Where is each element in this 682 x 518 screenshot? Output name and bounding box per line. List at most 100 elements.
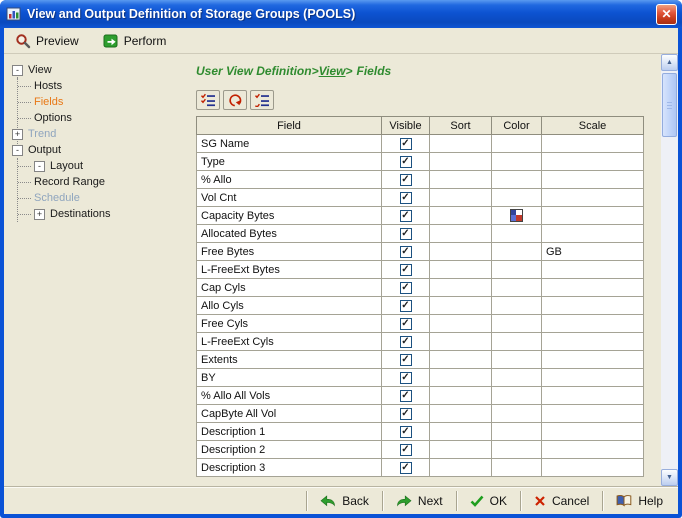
back-button[interactable]: Back — [307, 489, 382, 513]
checkbox-checked[interactable]: ✓ — [400, 228, 412, 240]
scale-cell[interactable] — [542, 405, 644, 423]
ok-button[interactable]: OK — [457, 489, 520, 513]
sort-cell[interactable] — [430, 279, 492, 297]
scale-cell[interactable] — [542, 441, 644, 459]
checkbox-checked[interactable]: ✓ — [400, 210, 412, 222]
scale-cell[interactable] — [542, 261, 644, 279]
tree-label-layout[interactable]: Layout — [50, 160, 83, 172]
color-cell[interactable] — [492, 423, 542, 441]
checkbox-checked[interactable]: ✓ — [400, 174, 412, 186]
help-button[interactable]: Help — [603, 489, 676, 513]
color-cell[interactable] — [492, 459, 542, 477]
tree-label-fields[interactable]: Fields — [34, 96, 63, 108]
color-cell[interactable] — [492, 261, 542, 279]
checkbox-checked[interactable]: ✓ — [400, 426, 412, 438]
checkbox-checked[interactable]: ✓ — [400, 408, 412, 420]
scale-cell[interactable] — [542, 315, 644, 333]
sidebar-item-fields[interactable]: Fields — [34, 94, 186, 110]
tree-label-destinations[interactable]: Destinations — [50, 208, 111, 220]
sidebar-item-options[interactable]: Options — [34, 110, 186, 126]
tree-label-hosts[interactable]: Hosts — [34, 80, 62, 92]
checkbox-checked[interactable]: ✓ — [400, 282, 412, 294]
sort-cell[interactable] — [430, 333, 492, 351]
color-cell[interactable] — [492, 441, 542, 459]
sort-cell[interactable] — [430, 315, 492, 333]
color-cell[interactable] — [492, 279, 542, 297]
sidebar-item-hosts[interactable]: Hosts — [34, 78, 186, 94]
checkbox-checked[interactable]: ✓ — [400, 462, 412, 474]
sidebar-item-output[interactable]: - Output — [12, 142, 186, 158]
sort-cell[interactable] — [430, 459, 492, 477]
checkbox-checked[interactable]: ✓ — [400, 138, 412, 150]
checkbox-checked[interactable]: ✓ — [400, 264, 412, 276]
scale-cell[interactable] — [542, 279, 644, 297]
checkbox-checked[interactable]: ✓ — [400, 390, 412, 402]
scale-cell[interactable] — [542, 135, 644, 153]
tree-label-output[interactable]: Output — [28, 144, 61, 156]
color-cell[interactable] — [492, 387, 542, 405]
checkbox-checked[interactable]: ✓ — [400, 354, 412, 366]
color-cell[interactable] — [492, 225, 542, 243]
tree-label-trend[interactable]: Trend — [28, 128, 56, 140]
title-bar[interactable]: View and Output Definition of Storage Gr… — [0, 0, 682, 28]
sort-cell[interactable] — [430, 423, 492, 441]
perform-button[interactable]: Perform — [99, 31, 171, 51]
color-cell[interactable] — [492, 153, 542, 171]
color-cell[interactable] — [492, 297, 542, 315]
sort-cell[interactable] — [430, 297, 492, 315]
color-swatch-icon[interactable] — [510, 209, 523, 222]
collapse-icon[interactable]: - — [34, 161, 45, 172]
sort-cell[interactable] — [430, 261, 492, 279]
cancel-button[interactable]: Cancel — [521, 489, 602, 513]
sort-cell[interactable] — [430, 207, 492, 225]
color-cell[interactable] — [492, 369, 542, 387]
sort-cell[interactable] — [430, 171, 492, 189]
checkbox-checked[interactable]: ✓ — [400, 336, 412, 348]
breadcrumb-link-view[interactable]: View — [319, 64, 346, 78]
color-cell[interactable] — [492, 351, 542, 369]
sort-cell[interactable] — [430, 225, 492, 243]
scale-cell[interactable] — [542, 297, 644, 315]
scroll-up-button[interactable]: ▲ — [661, 54, 678, 71]
close-button[interactable]: ✕ — [656, 4, 677, 25]
tree-label-view[interactable]: View — [28, 64, 52, 76]
color-cell[interactable] — [492, 405, 542, 423]
scale-cell[interactable] — [542, 189, 644, 207]
color-cell[interactable] — [492, 135, 542, 153]
sidebar-item-schedule[interactable]: Schedule — [34, 190, 186, 206]
tree-label-record-range[interactable]: Record Range — [34, 176, 105, 188]
preview-button[interactable]: Preview — [11, 31, 83, 51]
color-cell[interactable] — [492, 315, 542, 333]
next-button[interactable]: Next — [383, 489, 456, 513]
checkbox-checked[interactable]: ✓ — [400, 246, 412, 258]
color-cell[interactable] — [492, 243, 542, 261]
reset-order-button[interactable] — [223, 90, 247, 110]
scale-cell[interactable] — [542, 369, 644, 387]
vertical-scrollbar[interactable]: ▲ ▼ — [661, 54, 678, 486]
sort-cell[interactable] — [430, 189, 492, 207]
expand-icon[interactable]: + — [34, 209, 45, 220]
sidebar-item-trend[interactable]: + Trend — [12, 126, 186, 142]
scale-cell[interactable] — [542, 387, 644, 405]
color-cell[interactable] — [492, 207, 542, 225]
checkbox-checked[interactable]: ✓ — [400, 318, 412, 330]
color-cell[interactable] — [492, 333, 542, 351]
color-cell[interactable] — [492, 189, 542, 207]
tree-label-schedule[interactable]: Schedule — [34, 192, 80, 204]
sort-cell[interactable] — [430, 369, 492, 387]
scale-cell[interactable] — [542, 171, 644, 189]
sort-cell[interactable] — [430, 153, 492, 171]
sort-cell[interactable] — [430, 441, 492, 459]
collapse-icon[interactable]: - — [12, 65, 23, 76]
check-all-fields-button[interactable] — [196, 90, 220, 110]
sort-cell[interactable] — [430, 387, 492, 405]
scale-cell[interactable]: GB — [542, 243, 644, 261]
uncheck-all-fields-button[interactable] — [250, 90, 274, 110]
scale-cell[interactable] — [542, 207, 644, 225]
checkbox-checked[interactable]: ✓ — [400, 156, 412, 168]
sidebar-item-destinations[interactable]: + Destinations — [34, 206, 186, 222]
scale-cell[interactable] — [542, 351, 644, 369]
checkbox-checked[interactable]: ✓ — [400, 192, 412, 204]
scrollbar-thumb[interactable] — [662, 73, 677, 137]
scale-cell[interactable] — [542, 225, 644, 243]
